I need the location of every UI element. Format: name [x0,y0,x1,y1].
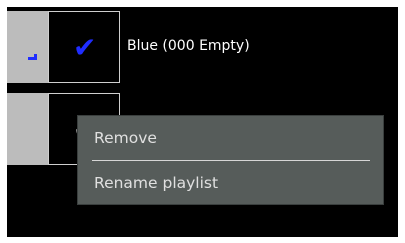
menu-separator [92,160,370,161]
playlist-screen: ✔ Blue (000 Empty) ✔ Remove Rename playl… [7,7,398,237]
playlist-color-swatch [7,93,48,165]
playlist-checkbox[interactable]: ✔ [48,11,120,83]
playlist-row[interactable]: ✔ Blue (000 Empty) [7,7,398,83]
corner-marker-icon [28,54,37,60]
checkmark-icon: ✔ [73,31,97,64]
menu-item-rename-playlist[interactable]: Rename playlist [94,174,218,192]
context-menu: Remove Rename playlist [78,116,383,204]
menu-item-remove[interactable]: Remove [94,129,157,147]
playlist-name: Blue (000 Empty) [127,38,250,54]
playlist-color-swatch [7,11,48,83]
